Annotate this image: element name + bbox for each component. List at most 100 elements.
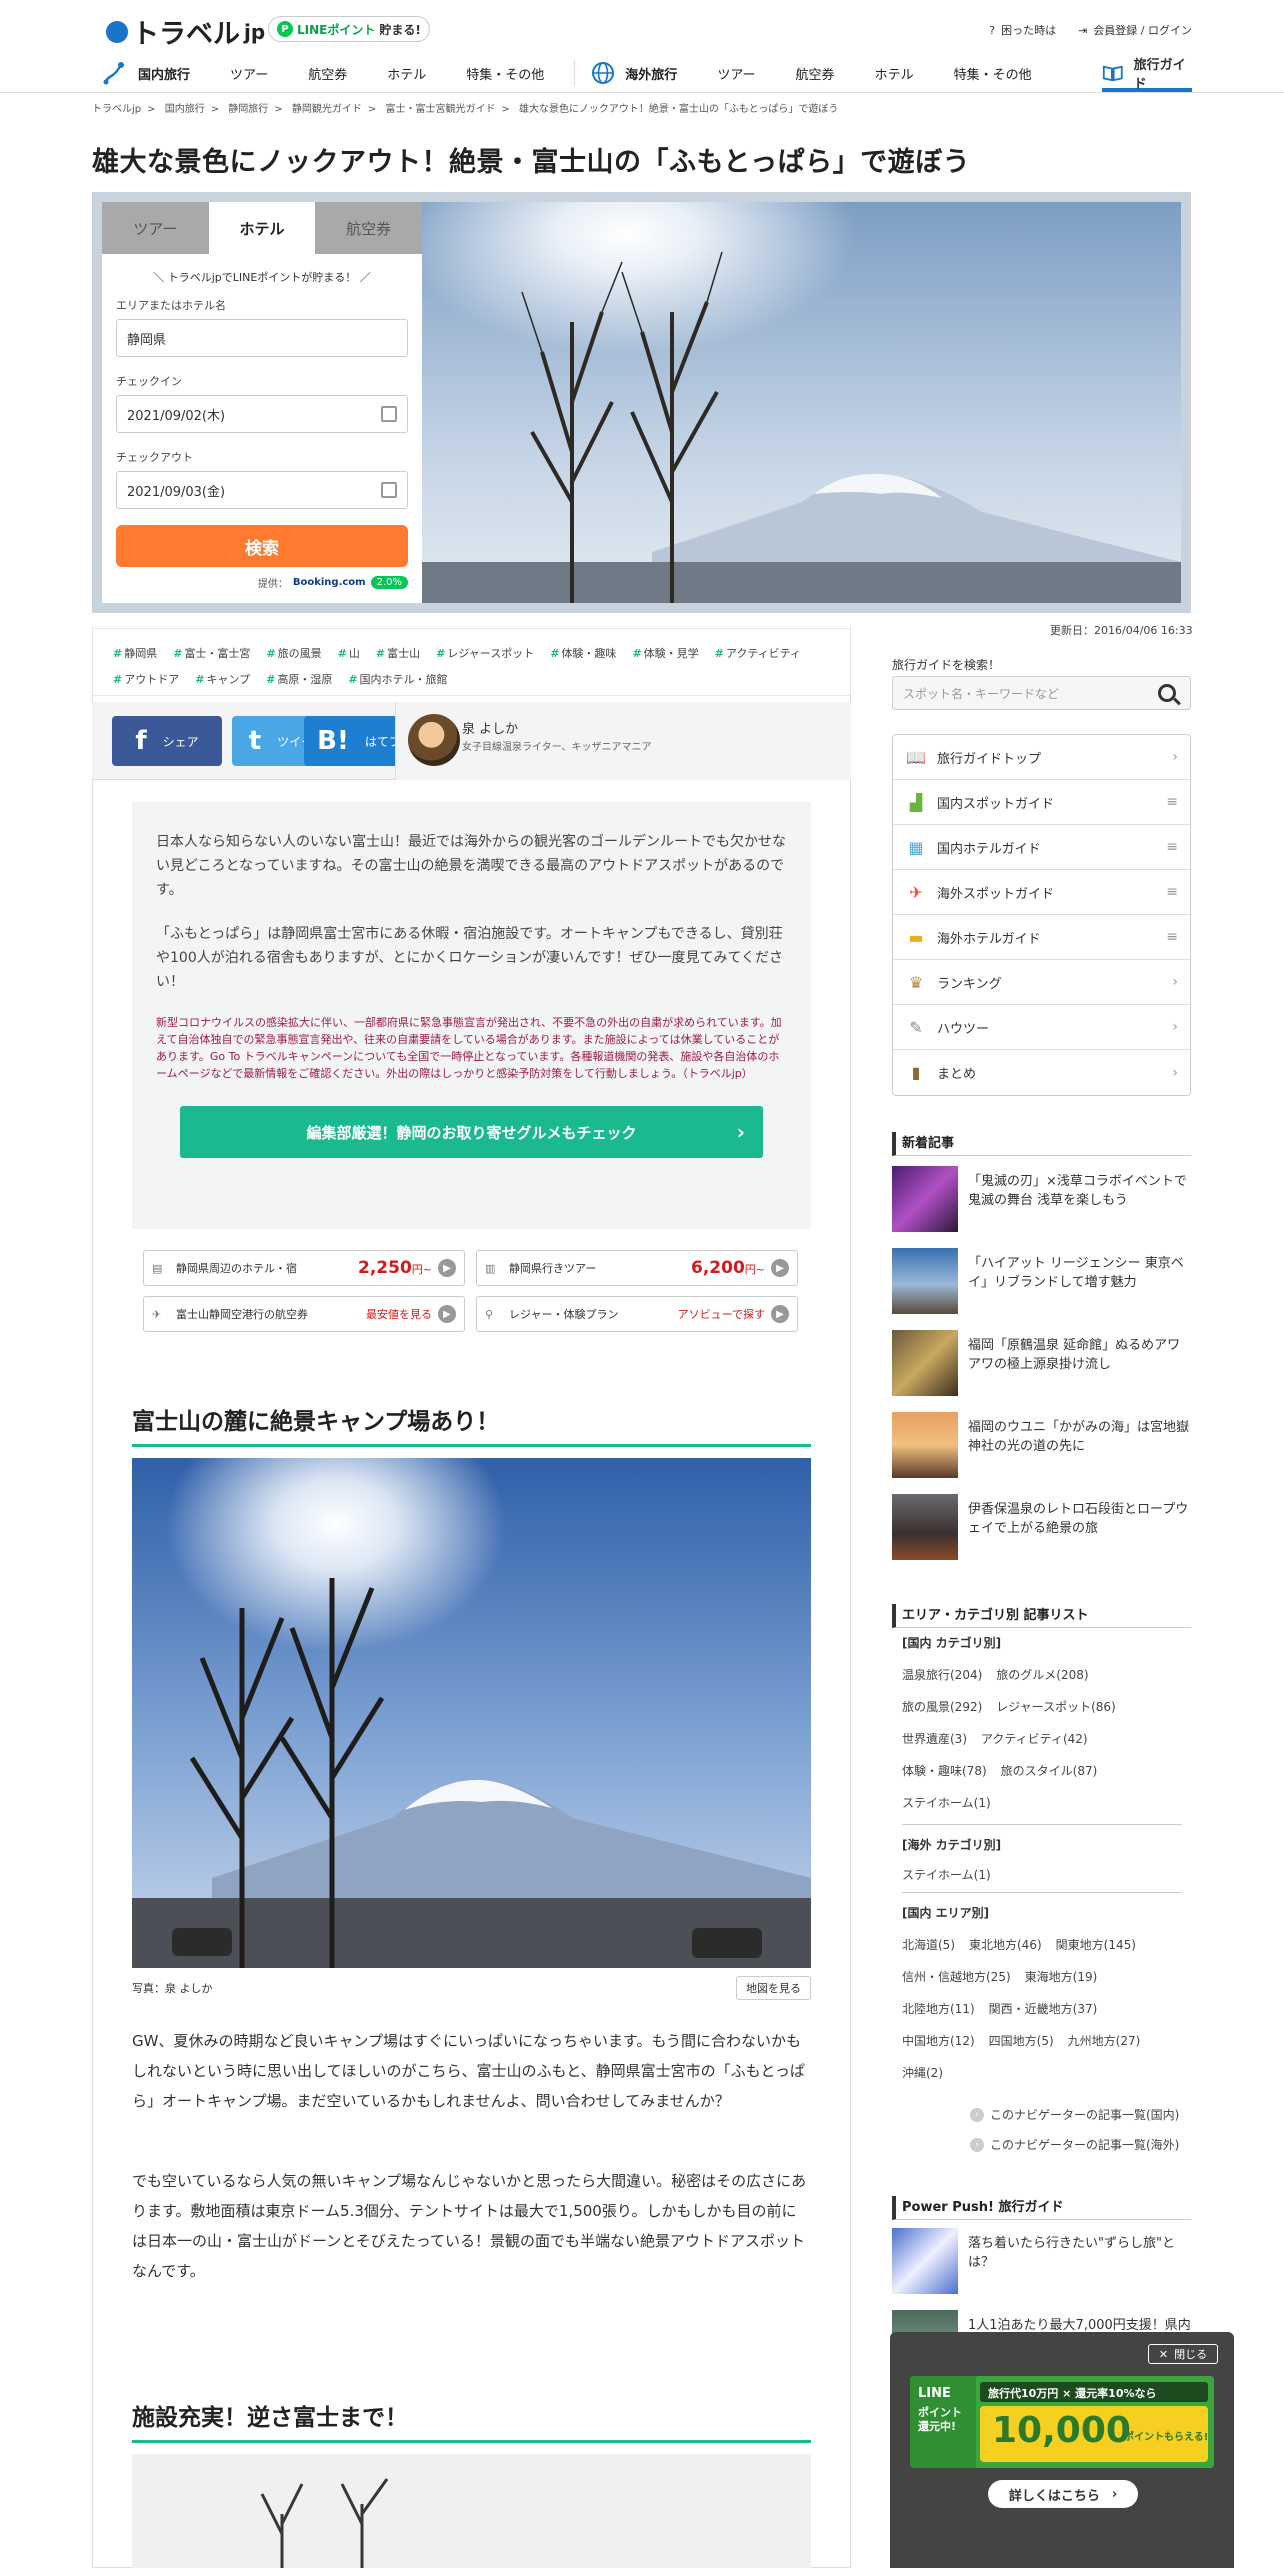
navigator-articles-domestic[interactable]: › このナビゲーターの記事一覧(国内) bbox=[970, 2106, 1179, 2123]
menu-expand-icon[interactable]: ≡ bbox=[1166, 794, 1178, 810]
new-article-item[interactable]: 福岡「原鶴温泉 延命館」ぬるめアワアワの極上源泉掛け流し bbox=[892, 1330, 1191, 1396]
guide-menu-ranking[interactable]: ♛ ランキング › bbox=[893, 960, 1190, 1005]
category-link[interactable]: 中国地方(12) bbox=[902, 2034, 975, 2048]
site-logo[interactable]: トラベル jp bbox=[106, 12, 265, 51]
guide-menu-domestic-hotel[interactable]: ▦ 国内ホテルガイド ≡ bbox=[893, 825, 1190, 870]
category-link[interactable]: ステイホーム(1) bbox=[902, 1796, 991, 1810]
crumb-shizuoka[interactable]: 静岡旅行 bbox=[228, 104, 268, 115]
new-article-item[interactable]: 「ハイアット リージェンシー 東京ベイ」リブランドして増す魅力 bbox=[892, 1248, 1191, 1314]
category-link[interactable]: 体験・趣味(78) bbox=[902, 1764, 987, 1778]
category-link[interactable]: 世界遺産(3) bbox=[902, 1732, 967, 1746]
search-button[interactable]: 検索 bbox=[116, 525, 408, 567]
category-link[interactable]: 北海道(5) bbox=[902, 1938, 955, 1952]
tag-link[interactable]: # アウトドア bbox=[113, 673, 179, 686]
popup-close-button[interactable]: ✕ 閉じる bbox=[1148, 2344, 1218, 2364]
guide-menu-top[interactable]: 📖 旅行ガイドトップ › bbox=[893, 735, 1190, 780]
push-article-item[interactable]: 落ち着いたら行きたい"ずらし旅"とは？ bbox=[892, 2228, 1191, 2294]
tag-link[interactable]: # 山 bbox=[338, 647, 360, 660]
nav-overseas-tour[interactable]: ツアー bbox=[697, 64, 775, 83]
new-article-item[interactable]: 伊香保温泉のレトロ石段街とロープウェイで上がる絶景の旅 bbox=[892, 1494, 1191, 1560]
nav-travel-guide[interactable]: 旅行ガイド bbox=[1102, 58, 1192, 92]
gourmet-button[interactable]: 編集部厳選！静岡のお取り寄せグルメもチェック bbox=[180, 1106, 763, 1158]
category-link[interactable]: レジャースポット(86) bbox=[996, 1700, 1115, 1714]
nav-domestic-special[interactable]: 特集・その他 bbox=[446, 64, 564, 83]
tab-hotel[interactable]: ホテル bbox=[208, 202, 316, 254]
guide-menu-overseas-spot[interactable]: ✈ 海外スポットガイド ≡ bbox=[893, 870, 1190, 915]
campaign-banner[interactable]: LINE ポイント還元中! 旅行代10万円 × 還元率10%なら 10,000 … bbox=[910, 2376, 1214, 2468]
author-box[interactable]: 泉 よしか 女子目線温泉ライター、キッザニアマニア bbox=[395, 702, 851, 780]
campaign-detail-button[interactable]: 詳しくはこちら › bbox=[988, 2480, 1138, 2508]
guide-menu-overseas-hotel[interactable]: ▬ 海外ホテルガイド ≡ bbox=[893, 915, 1190, 960]
crumb-shizuoka-guide[interactable]: 静岡観光ガイド bbox=[292, 104, 362, 115]
category-link[interactable]: 旅のグルメ(208) bbox=[996, 1668, 1088, 1682]
category-link[interactable]: 関東地方(145) bbox=[1056, 1938, 1136, 1952]
tag-link[interactable]: # 静岡県 bbox=[113, 647, 157, 660]
menu-expand-icon[interactable]: ≡ bbox=[1166, 929, 1178, 945]
category-link[interactable]: 温泉旅行(204) bbox=[902, 1668, 982, 1682]
category-link[interactable]: 九州地方(27) bbox=[1068, 2034, 1141, 2048]
tag-link[interactable]: # 富士山 bbox=[376, 647, 420, 660]
nav-overseas[interactable]: 海外旅行 bbox=[585, 61, 697, 85]
crumb-home[interactable]: トラベルjp bbox=[92, 104, 141, 115]
category-link[interactable]: 北陸地方(11) bbox=[902, 2002, 975, 2016]
facebook-share-button[interactable]: f シェア bbox=[112, 716, 222, 766]
tag-link[interactable]: # キャンプ bbox=[195, 673, 250, 686]
tag-link[interactable]: # 高原・湿原 bbox=[266, 673, 332, 686]
tab-air[interactable]: 航空券 bbox=[315, 202, 423, 254]
map-button[interactable]: 地図を見る bbox=[736, 1976, 811, 2000]
quicklink-leisure[interactable]: ⚲ レジャー・体験プラン アソビューで探す ▶ bbox=[476, 1296, 798, 1332]
area-input[interactable]: 静岡県 bbox=[116, 319, 408, 357]
new-article-item[interactable]: 福岡のウユニ「かがみの海」は宮地嶽神社の光の道の先に bbox=[892, 1412, 1191, 1478]
category-link[interactable]: 東北地方(46) bbox=[969, 1938, 1042, 1952]
tag-link[interactable]: # 国内ホテル・旅館 bbox=[348, 673, 447, 686]
category-link[interactable]: 信州・信越地方(25) bbox=[902, 1970, 1011, 1984]
tag-link[interactable]: # 富士・富士宮 bbox=[173, 647, 250, 660]
category-link[interactable]: ステイホーム(1) bbox=[902, 1868, 991, 1882]
category-link[interactable]: 旅の風景(292) bbox=[902, 1700, 982, 1714]
tag-link[interactable]: # アクティビティ bbox=[715, 647, 801, 660]
quicklink-tours[interactable]: ▥ 静岡県行きツアー 6,200円~ ▶ bbox=[476, 1250, 798, 1286]
crumb-fuji-guide[interactable]: 富士・富士宮観光ガイド bbox=[385, 104, 495, 115]
tag-link[interactable]: # 体験・見学 bbox=[632, 647, 698, 660]
category-link[interactable]: 関西・近畿地方(37) bbox=[989, 2002, 1098, 2016]
nav-domestic-air[interactable]: 航空券 bbox=[288, 64, 367, 83]
quicklink-hotels[interactable]: ▤ 静岡県周辺のホテル・宿 2,250円~ ▶ bbox=[143, 1250, 465, 1286]
nav-domestic-tour[interactable]: ツアー bbox=[210, 64, 288, 83]
guide-menu-label: 海外スポットガイド bbox=[937, 886, 1055, 902]
category-link[interactable]: 四国地方(5) bbox=[989, 2034, 1054, 2048]
nav-overseas-air[interactable]: 航空券 bbox=[776, 64, 855, 83]
checkout-input[interactable]: 2021/09/03(金) bbox=[116, 471, 408, 509]
nav-domestic-hotel[interactable]: ホテル bbox=[367, 64, 446, 83]
category-link[interactable]: 沖縄(2) bbox=[902, 2066, 943, 2080]
menu-expand-icon[interactable]: ≡ bbox=[1166, 884, 1178, 900]
tag-link[interactable]: # 体験・趣味 bbox=[550, 647, 616, 660]
category-link[interactable]: アクティビティ(42) bbox=[981, 1732, 1088, 1746]
tag-link[interactable]: # 旅の風景 bbox=[266, 647, 321, 660]
nav-domestic[interactable]: 国内旅行 bbox=[96, 60, 210, 86]
guide-menu-howto[interactable]: ✎ ハウツー › bbox=[893, 1005, 1190, 1050]
crumb-domestic[interactable]: 国内旅行 bbox=[165, 104, 205, 115]
search-icon[interactable] bbox=[1158, 684, 1176, 702]
guide-menu-label: 海外ホテルガイド bbox=[937, 931, 1041, 947]
author-name[interactable]: 泉 よしか bbox=[462, 718, 518, 737]
login-link[interactable]: ⇥ 会員登録 / ログイン bbox=[1078, 22, 1192, 38]
nav-overseas-hotel[interactable]: ホテル bbox=[855, 64, 934, 83]
calendar-icon[interactable] bbox=[381, 406, 397, 422]
category-link[interactable]: 東海地方(19) bbox=[1025, 1970, 1098, 1984]
guide-menu-domestic-spot[interactable]: ▟ 国内スポットガイド ≡ bbox=[893, 780, 1190, 825]
tab-tour[interactable]: ツアー bbox=[102, 202, 209, 254]
line-points-badge[interactable]: P LINEポイント 貯まる! bbox=[268, 16, 430, 42]
nav-overseas-special[interactable]: 特集・その他 bbox=[934, 64, 1052, 83]
menu-expand-icon[interactable]: ≡ bbox=[1166, 839, 1178, 855]
calendar-icon[interactable] bbox=[381, 482, 397, 498]
navigator-articles-overseas[interactable]: › このナビゲーターの記事一覧(海外) bbox=[970, 2136, 1179, 2153]
quicklink-flights[interactable]: ✈ 富士山静岡空港行の航空券 最安値を見る ▶ bbox=[143, 1296, 465, 1332]
author-avatar[interactable] bbox=[408, 714, 460, 766]
guide-menu-matome[interactable]: ▮ まとめ › bbox=[893, 1050, 1190, 1095]
help-link[interactable]: ? 困った時は bbox=[989, 22, 1056, 38]
category-link[interactable]: 旅のスタイル(87) bbox=[1001, 1764, 1098, 1778]
guide-search-input[interactable]: スポット名・キーワードなど bbox=[892, 676, 1191, 710]
checkin-input[interactable]: 2021/09/02(木) bbox=[116, 395, 408, 433]
tag-link[interactable]: # レジャースポット bbox=[436, 647, 534, 660]
new-article-item[interactable]: 「鬼滅の刃」×浅草コラボイベントで鬼滅の舞台 浅草を楽しもう bbox=[892, 1166, 1191, 1232]
